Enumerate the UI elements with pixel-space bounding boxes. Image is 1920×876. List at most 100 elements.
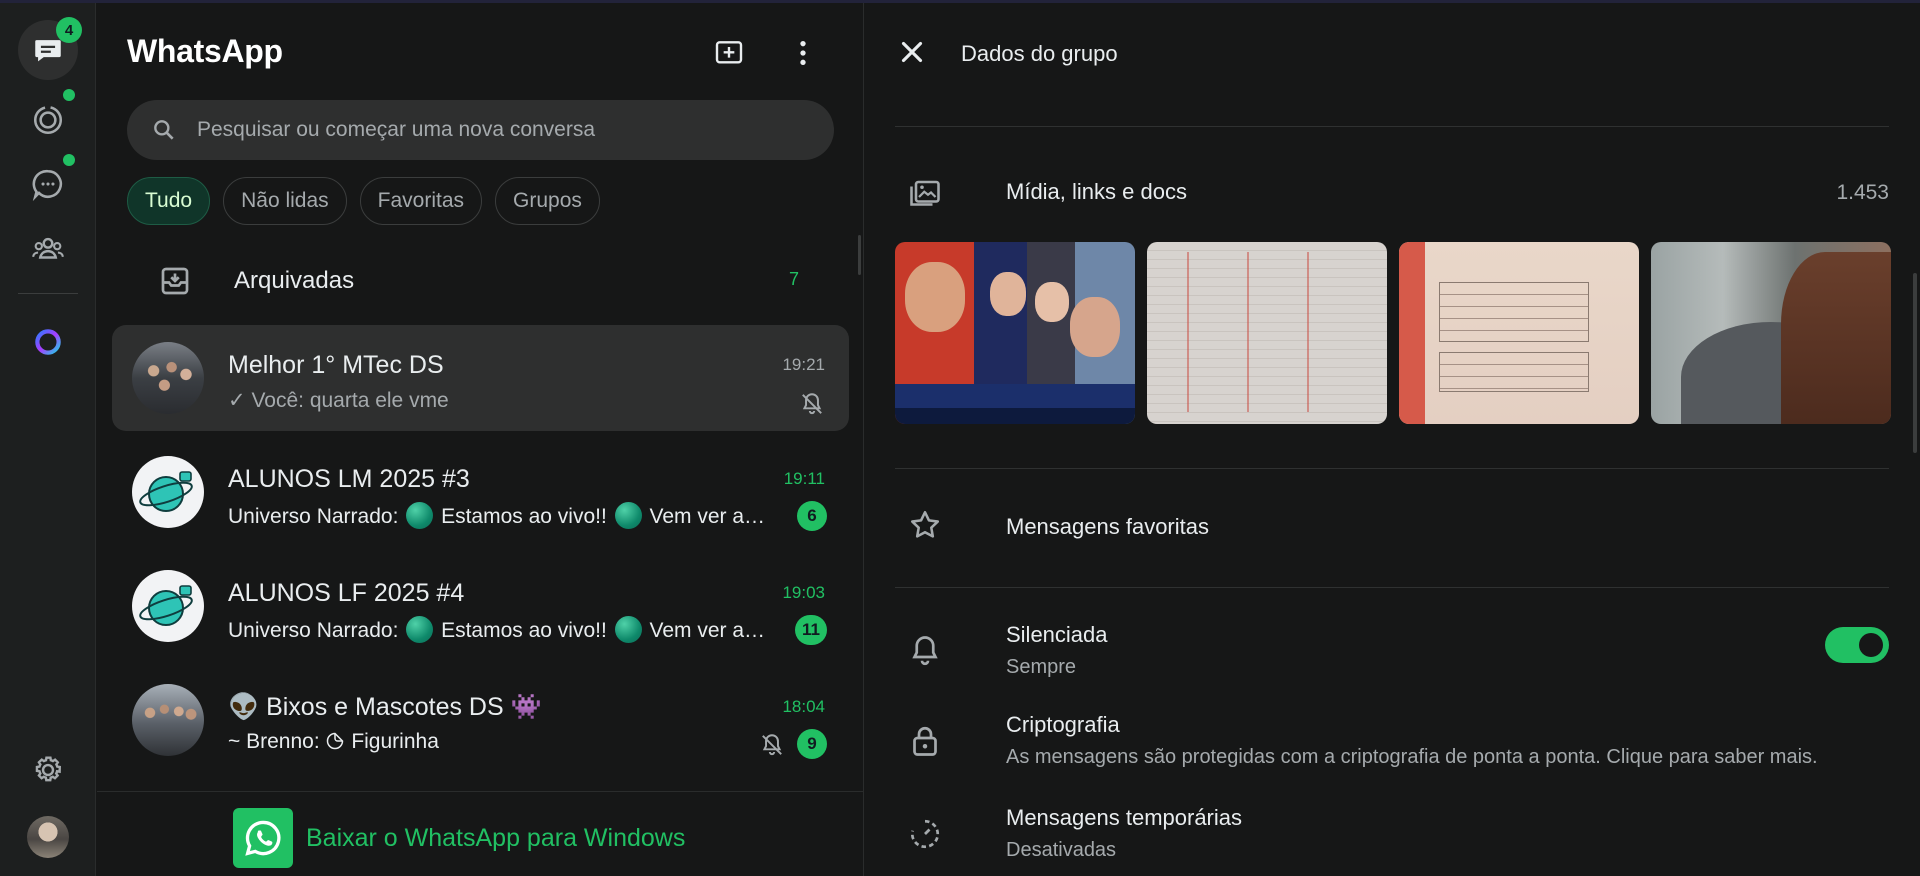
rail-meta-ai-button[interactable] (18, 312, 78, 372)
chat-time: 18:04 (782, 697, 825, 716)
chat-list-panel: WhatsApp Tudo Não lidas Favoritas Grupos… (97, 3, 864, 876)
chat-name: ALUNOS LF 2025 #4 (228, 579, 465, 607)
rail-divider (18, 293, 78, 294)
globe-avatar-icon (139, 471, 193, 512)
mute-row[interactable]: Silenciada Sempre (895, 615, 1889, 683)
unread-badge: 9 (797, 729, 827, 759)
group-avatar (132, 570, 204, 642)
preview-sender: ~ Brenno: (228, 730, 326, 753)
chat-item-melhor-mtec[interactable]: Melhor 1° MTec DS 19:21 ✓ Você: quarta e… (112, 325, 849, 431)
green-circle-emoji (406, 616, 434, 643)
search-input[interactable] (197, 118, 797, 142)
preview-sender: Universo Narrado: (228, 505, 405, 528)
read-check-icon: ✓ (228, 389, 246, 412)
group-info-panel: Dados do grupo Mídia, links e docs 1.453… (865, 3, 1920, 876)
chat-list-scrollbar[interactable] (858, 235, 861, 275)
chat-time: 19:11 (783, 469, 825, 488)
app-title: WhatsApp (127, 33, 283, 69)
download-windows-link[interactable]: Baixar o WhatsApp para Windows (233, 808, 685, 868)
download-label: Baixar o WhatsApp para Windows (306, 823, 686, 852)
chat-preview: ✓ Você: quarta ele vme (228, 388, 768, 413)
chat-name: ALUNOS LM 2025 #3 (228, 465, 470, 493)
meta-ai-icon (35, 329, 61, 355)
new-chat-button[interactable] (709, 33, 749, 73)
disappearing-label: Mensagens temporárias (1006, 805, 1243, 830)
globe-avatar-icon (139, 585, 193, 626)
media-links-docs-row[interactable]: Mídia, links e docs 1.453 (895, 171, 1889, 215)
star-icon (910, 510, 940, 538)
more-vertical-icon (800, 41, 806, 65)
toggle-knob (1859, 633, 1883, 657)
archive-icon (161, 267, 189, 295)
chat-filters: Tudo Não lidas Favoritas Grupos (127, 177, 600, 225)
divider (895, 126, 1889, 127)
sticker-icon (327, 732, 344, 750)
status-new-dot (63, 89, 75, 101)
chat-preview: Universo Narrado: Estamos ao vivo!! Vem … (228, 502, 768, 529)
channels-icon (32, 169, 63, 201)
media-label: Mídia, links e docs (1006, 179, 1187, 204)
archived-label: Arquivadas (234, 267, 355, 294)
chat-time: 19:21 (782, 355, 825, 374)
download-divider (97, 791, 863, 792)
divider (895, 587, 1889, 588)
profile-avatar[interactable] (27, 816, 69, 858)
chat-item-bixos-mascotes[interactable]: 👽 Bixos e Mascotes DS 👾 18:04 ~ Brenno: … (112, 667, 849, 773)
starred-label: Mensagens favoritas (1006, 514, 1209, 539)
media-thumbnail[interactable] (895, 242, 1135, 424)
preview-text-tail: Vem ver a UNIVERSO NARRADO (649, 505, 768, 528)
starred-messages-row[interactable]: Mensagens favoritas (895, 505, 1889, 549)
encryption-label: Criptografia (1006, 712, 1120, 737)
preview-text-tail: Vem ver a UNIVERSO NARRADO (649, 619, 768, 642)
chat-preview-text: Você: quarta ele vme (251, 389, 449, 412)
muted-bell-icon (762, 734, 782, 756)
gear-icon (35, 756, 61, 782)
bell-icon (912, 636, 938, 666)
media-count: 1.453 (1836, 181, 1889, 204)
chat-item-alunos-lf[interactable]: ALUNOS LF 2025 #4 19:03 Universo Narrado… (112, 553, 849, 659)
media-thumbnails (895, 242, 1891, 424)
media-thumbnail[interactable] (1147, 242, 1387, 424)
chat-item-alunos-lm[interactable]: ALUNOS LM 2025 #3 19:11 Universo Narrado… (112, 439, 849, 545)
group-avatar (132, 342, 204, 414)
filter-groups[interactable]: Grupos (495, 177, 600, 225)
info-panel-scrollbar[interactable] (1913, 273, 1917, 453)
whatsapp-logo-icon (233, 808, 293, 868)
preview-text: Figurinha (345, 730, 439, 753)
channels-new-dot (63, 154, 75, 166)
green-circle-emoji (614, 616, 642, 643)
filter-unread[interactable]: Não lidas (223, 177, 347, 225)
disappearing-sub: Desativadas (1006, 839, 1117, 861)
chats-unread-badge: 4 (56, 17, 82, 43)
lock-icon (913, 726, 937, 756)
panel-title: Dados do grupo (961, 41, 1118, 66)
mute-toggle[interactable] (1825, 627, 1889, 663)
encryption-sub: As mensagens são protegidas com a cripto… (1006, 746, 1818, 768)
rail-communities-button[interactable] (18, 219, 78, 279)
archived-row[interactable]: Arquivadas 7 (127, 255, 807, 307)
archived-count: 7 (788, 269, 799, 289)
group-avatar (132, 456, 204, 528)
nav-rail: 4 (0, 3, 96, 876)
search-box (127, 100, 834, 160)
close-icon[interactable] (895, 35, 929, 69)
group-avatar (132, 684, 204, 756)
filter-favorites[interactable]: Favoritas (359, 177, 483, 225)
media-gallery-icon (910, 180, 940, 206)
rail-settings-button[interactable] (18, 740, 78, 800)
green-circle-emoji (614, 502, 642, 529)
mute-sub: Sempre (1006, 656, 1077, 678)
media-thumbnail[interactable] (1651, 242, 1891, 424)
encryption-row[interactable]: Criptografia As mensagens são protegidas… (895, 705, 1889, 777)
chat-time: 19:03 (782, 583, 825, 602)
chat-name: 👽 Bixos e Mascotes DS 👾 (228, 693, 542, 721)
status-icon (33, 105, 63, 135)
unread-badge: 11 (795, 615, 827, 645)
disappearing-messages-row[interactable]: Mensagens temporárias Desativadas (895, 798, 1889, 870)
filter-all[interactable]: Tudo (127, 177, 211, 225)
preview-text: Estamos ao vivo!! (435, 619, 613, 642)
chat-name: Melhor 1° MTec DS (228, 351, 444, 379)
media-thumbnail[interactable] (1399, 242, 1639, 424)
menu-button[interactable] (783, 33, 823, 73)
green-circle-emoji (406, 502, 434, 529)
